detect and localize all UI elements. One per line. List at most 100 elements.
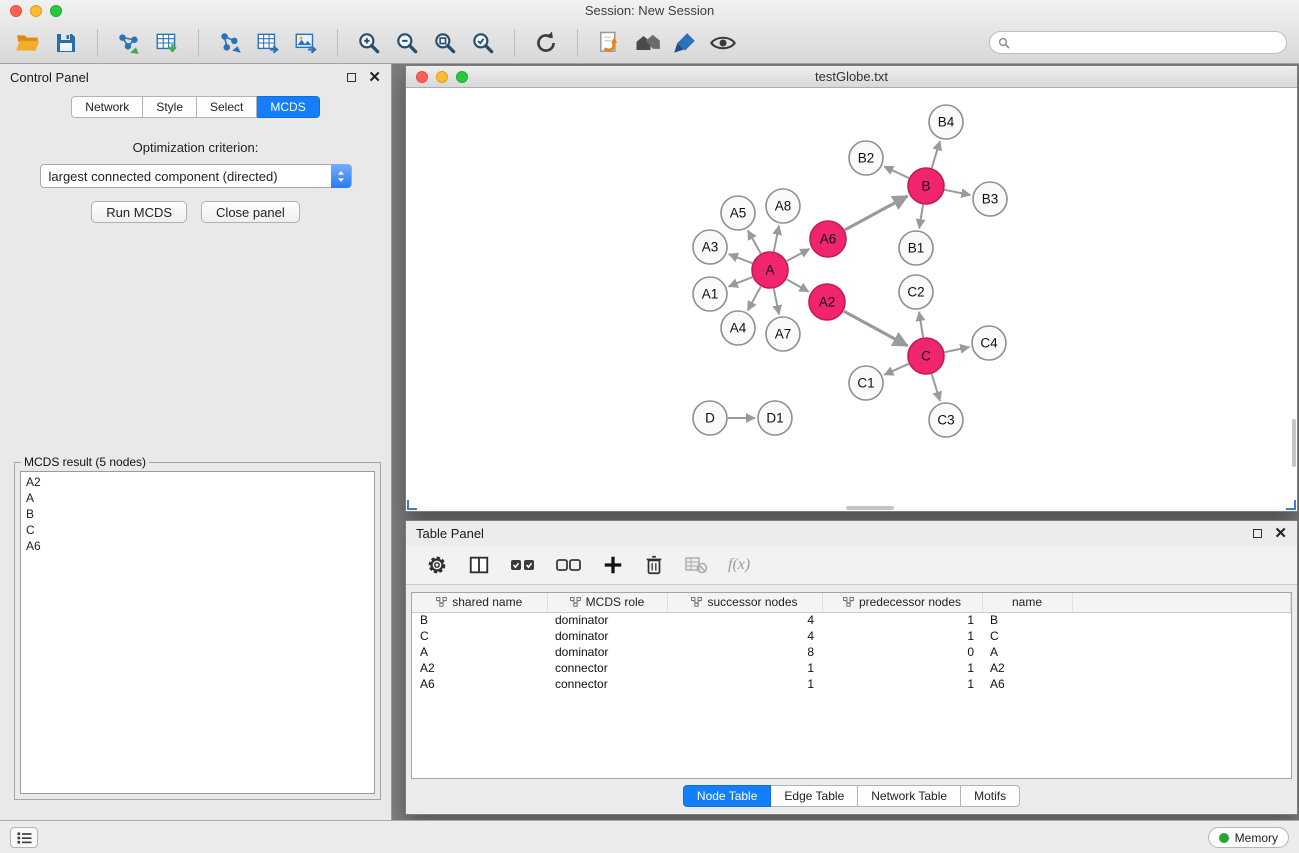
graph-node[interactable]: A8	[766, 189, 800, 223]
network-canvas[interactable]: B4 B2 B B3 A5 A8 A6 B1 A3 A C2 A1 A2 A4 A7 C4 C C1 D D1 C3	[406, 89, 1297, 511]
graph-node[interactable]: C1	[849, 366, 883, 400]
minimize-network-window-button[interactable]	[436, 71, 448, 83]
table-settings-gear-icon[interactable]	[426, 554, 448, 576]
column-header-shared-name[interactable]: shared name	[412, 593, 547, 612]
graph-node[interactable]: C	[908, 338, 944, 374]
graph-node[interactable]: A3	[693, 230, 727, 264]
float-table-panel-icon[interactable]	[1253, 529, 1262, 538]
show-columns-icon[interactable]	[468, 554, 490, 576]
graph-node[interactable]: A4	[721, 311, 755, 345]
graph-node[interactable]: B1	[899, 231, 933, 265]
tab-mcds[interactable]: MCDS	[257, 96, 319, 118]
graph-edge[interactable]	[884, 364, 909, 375]
graph-node[interactable]: A5	[721, 196, 755, 230]
graph-node[interactable]: D	[693, 401, 727, 435]
resize-corner-icon[interactable]	[407, 500, 417, 510]
select-all-columns-icon[interactable]	[510, 556, 536, 574]
zoom-selected-button[interactable]	[467, 27, 499, 59]
table-row[interactable]: A dominator 8 0 A	[412, 644, 1291, 660]
graph-node[interactable]: C2	[899, 275, 933, 309]
graph-edge[interactable]	[729, 254, 753, 263]
tab-node-table[interactable]: Node Table	[683, 785, 772, 807]
export-table-button[interactable]	[252, 27, 284, 59]
apply-style-button[interactable]	[669, 27, 701, 59]
close-panel-button[interactable]: Close panel	[201, 201, 300, 223]
refresh-view-button[interactable]	[530, 27, 562, 59]
graph-node[interactable]: A2	[809, 284, 845, 320]
close-window-button[interactable]	[10, 5, 22, 17]
graph-node[interactable]: A6	[810, 221, 846, 257]
minimize-window-button[interactable]	[30, 5, 42, 17]
graph-node[interactable]: C4	[972, 326, 1006, 360]
tab-edge-table[interactable]: Edge Table	[771, 785, 858, 807]
column-header-successor-nodes[interactable]: successor nodes	[667, 593, 822, 612]
graph-node[interactable]: A7	[766, 317, 800, 351]
table-row[interactable]: C dominator 4 1 C	[412, 628, 1291, 644]
show-panels-button[interactable]	[10, 827, 38, 848]
close-network-window-button[interactable]	[416, 71, 428, 83]
tab-style[interactable]: Style	[143, 96, 197, 118]
deselect-all-columns-icon[interactable]	[556, 556, 582, 574]
zoom-in-button[interactable]	[353, 27, 385, 59]
graph-node[interactable]: B4	[929, 105, 963, 139]
import-table-button[interactable]	[151, 27, 183, 59]
column-header-predecessor-nodes[interactable]: predecessor nodes	[822, 593, 982, 612]
memory-button[interactable]: Memory	[1208, 827, 1289, 848]
table-row[interactable]: B dominator 4 1 B	[412, 612, 1291, 628]
horizontal-scrollbar-thumb[interactable]	[846, 506, 894, 510]
float-panel-icon[interactable]	[347, 73, 356, 82]
tab-motifs[interactable]: Motifs	[961, 785, 1020, 807]
graph-node[interactable]: D1	[758, 401, 792, 435]
graph-node[interactable]: B3	[973, 182, 1007, 216]
zoom-window-button[interactable]	[50, 5, 62, 17]
zoom-network-window-button[interactable]	[456, 71, 468, 83]
graph-edge[interactable]	[919, 312, 923, 337]
graph-node[interactable]: B	[908, 168, 944, 204]
zoom-out-button[interactable]	[391, 27, 423, 59]
zoom-fit-button[interactable]	[429, 27, 461, 59]
graph-node[interactable]: B2	[849, 141, 883, 175]
optimization-criterion-dropdown[interactable]: largest connected component (directed)	[40, 164, 352, 188]
close-table-panel-icon[interactable]: ✕	[1274, 529, 1287, 538]
tab-select[interactable]: Select	[197, 96, 257, 118]
tab-network-table[interactable]: Network Table	[858, 785, 961, 807]
export-image-button[interactable]	[290, 27, 322, 59]
graph-edge[interactable]	[932, 141, 940, 168]
column-header-name[interactable]: name	[982, 593, 1072, 612]
graph-edge[interactable]	[945, 347, 970, 352]
import-network-button[interactable]	[113, 27, 145, 59]
graph-edge[interactable]	[774, 289, 779, 315]
run-mcds-button[interactable]: Run MCDS	[91, 201, 187, 223]
home-button[interactable]	[631, 27, 663, 59]
graph-node[interactable]: A1	[693, 277, 727, 311]
duplicate-page-button[interactable]	[593, 27, 625, 59]
graph-node[interactable]: C3	[929, 403, 963, 437]
create-column-plus-icon[interactable]	[602, 554, 624, 576]
vertical-scrollbar-thumb[interactable]	[1292, 419, 1296, 467]
graph-edge[interactable]	[729, 277, 753, 287]
graph-edge[interactable]	[748, 287, 761, 311]
delete-column-trash-icon[interactable]	[644, 554, 664, 576]
graph-edge[interactable]	[787, 249, 810, 261]
table-row[interactable]: A2 connector 1 1 A2	[412, 660, 1291, 676]
graph-edge[interactable]	[945, 190, 971, 195]
save-session-button[interactable]	[50, 27, 82, 59]
search-input[interactable]	[1015, 36, 1278, 50]
show-hide-button[interactable]	[707, 27, 739, 59]
graph-edge[interactable]	[844, 311, 908, 346]
resize-corner-icon[interactable]	[1286, 500, 1296, 510]
table-row[interactable]: A6 connector 1 1 A6	[412, 676, 1291, 692]
graph-edge[interactable]	[787, 279, 809, 291]
tab-network[interactable]: Network	[71, 96, 143, 118]
graph-edge[interactable]	[774, 226, 779, 252]
graph-edge[interactable]	[845, 196, 908, 230]
close-panel-icon[interactable]: ✕	[368, 73, 381, 82]
graph-node[interactable]: A	[752, 252, 788, 288]
open-session-button[interactable]	[12, 27, 44, 59]
export-network-button[interactable]	[214, 27, 246, 59]
graph-edge[interactable]	[919, 205, 923, 229]
graph-edge[interactable]	[884, 167, 909, 179]
graph-edge[interactable]	[932, 374, 940, 401]
column-header-mcds-role[interactable]: MCDS role	[547, 593, 667, 612]
graph-edge[interactable]	[748, 230, 761, 253]
